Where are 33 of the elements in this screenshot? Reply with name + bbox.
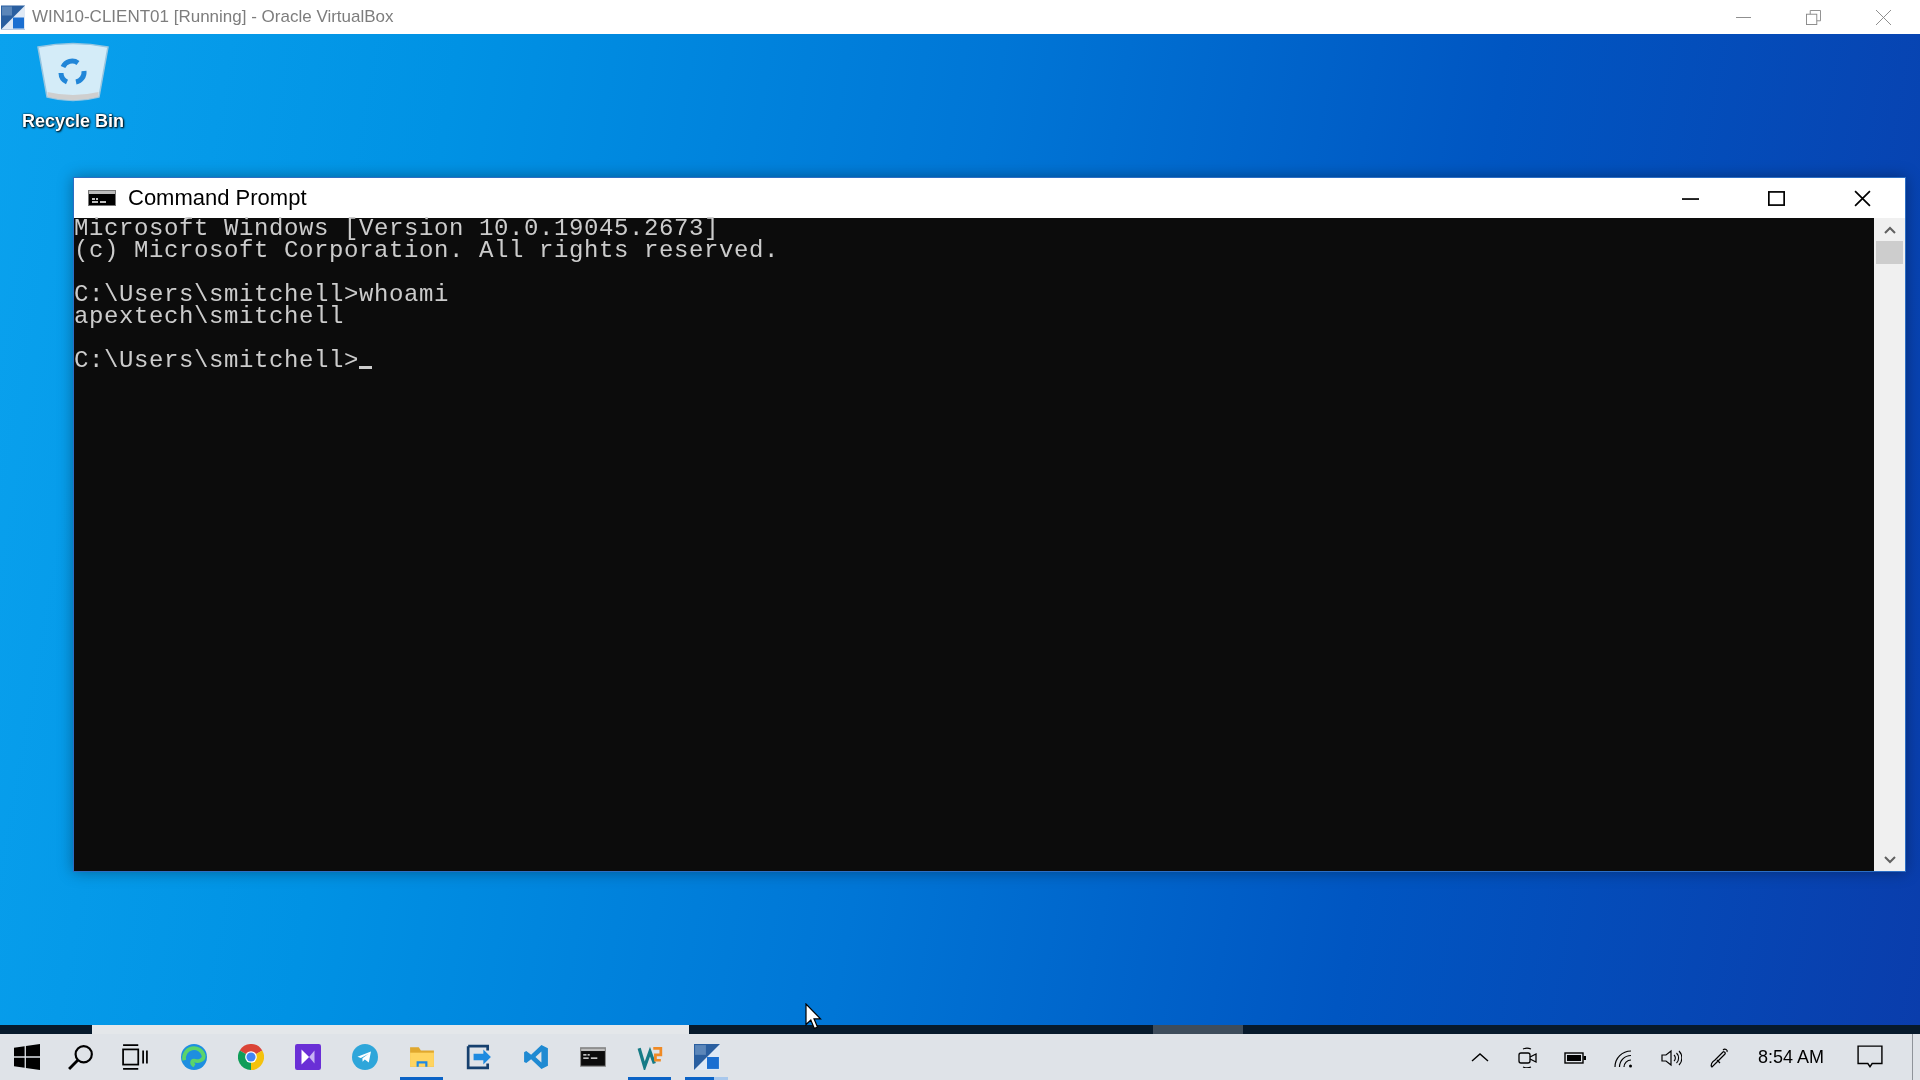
swirl-icon[interactable] <box>180 1044 207 1070</box>
start-icon[interactable] <box>14 1044 40 1070</box>
arrow-box-icon[interactable] <box>465 1044 492 1070</box>
recycle-bin-icon[interactable] <box>36 42 110 104</box>
folder-icon[interactable] <box>408 1044 435 1070</box>
pen-icon[interactable] <box>1708 1046 1730 1068</box>
terminal-icon[interactable] <box>579 1044 606 1070</box>
console-line: C:\Users\smitchell> <box>74 350 360 372</box>
paper-plane-icon[interactable] <box>351 1044 378 1070</box>
console-line: C:\Users\smitchell>whoami <box>74 284 450 306</box>
clock[interactable]: 8:54 AM <box>1757 1046 1824 1068</box>
task-view-icon[interactable] <box>122 1044 148 1070</box>
speech-bubble-icon[interactable] <box>1857 1044 1883 1070</box>
close-icon[interactable] <box>1853 189 1871 207</box>
tricolor-circle-icon[interactable] <box>237 1044 264 1070</box>
console-line: Microsoft Windows [Version 10.0.19045.2673] <box>74 218 720 240</box>
window-title: Command Prompt <box>128 185 307 211</box>
tile-icon[interactable] <box>693 1044 720 1070</box>
ribbon-icon[interactable] <box>522 1044 549 1070</box>
search-icon[interactable] <box>68 1044 94 1070</box>
scroll-thumb[interactable] <box>1876 241 1903 264</box>
restore-icon[interactable] <box>1805 9 1821 25</box>
zigzag-icon[interactable] <box>636 1044 663 1070</box>
console-line: (c) Microsoft Corporation. All rights reserved. <box>74 240 780 262</box>
chevron-down-icon[interactable] <box>1883 856 1896 864</box>
maximize-icon[interactable] <box>1767 189 1785 207</box>
terminal-icon <box>88 190 116 206</box>
pointer-icon <box>805 1003 822 1030</box>
play-icon[interactable] <box>294 1044 321 1070</box>
window-title: WIN10-CLIENT01 [Running] - Oracle VirtualBox <box>32 7 394 27</box>
console-line: apextech\smitchell <box>74 306 345 328</box>
tile-icon <box>1 4 25 30</box>
camera-icon[interactable] <box>1516 1046 1538 1068</box>
